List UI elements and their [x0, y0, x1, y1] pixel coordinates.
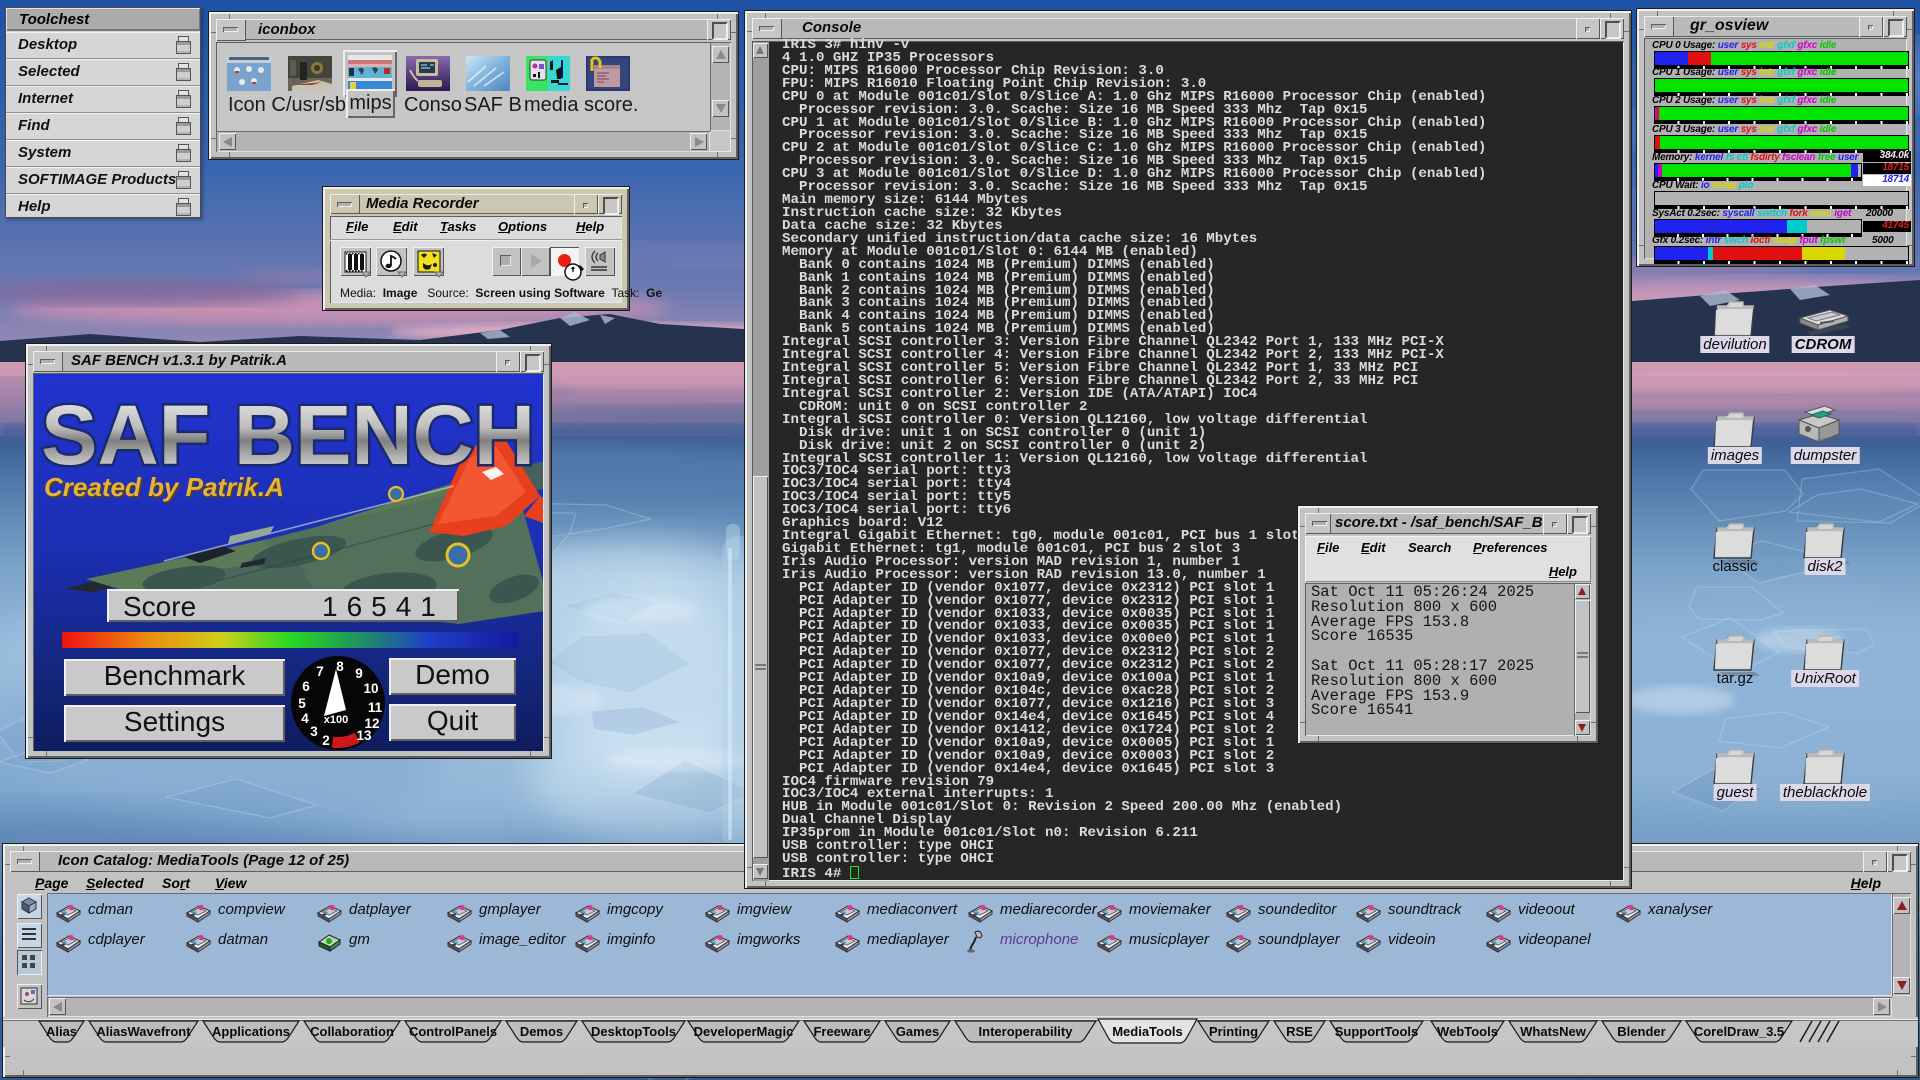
svg-text:9: 9 — [355, 666, 363, 681]
svg-text:Freeware: Freeware — [813, 1024, 870, 1039]
svg-text:Games: Games — [896, 1024, 939, 1039]
svg-text:DeveloperMagic: DeveloperMagic — [694, 1024, 794, 1039]
svg-text:Printing: Printing — [1209, 1024, 1258, 1039]
svg-text:Demos: Demos — [520, 1024, 563, 1039]
svg-text:SAF BENCH: SAF BENCH — [41, 388, 535, 482]
svg-text:6: 6 — [302, 679, 310, 694]
svg-text:WhatsNew: WhatsNew — [1520, 1024, 1587, 1039]
svg-text:Blender: Blender — [1617, 1024, 1665, 1039]
svg-text:Applications: Applications — [212, 1024, 290, 1039]
svg-text:8: 8 — [336, 659, 344, 674]
svg-text:ControlPanels: ControlPanels — [409, 1024, 497, 1039]
svg-text:AliasWavefront: AliasWavefront — [96, 1024, 191, 1039]
svg-text:10: 10 — [363, 681, 378, 696]
svg-text:x100: x100 — [324, 714, 348, 726]
svg-text:13: 13 — [356, 728, 372, 743]
svg-text:RSE: RSE — [1286, 1024, 1313, 1039]
svg-text:11: 11 — [368, 700, 383, 715]
svg-text:3: 3 — [310, 724, 318, 739]
svg-text:CorelDraw_3.5: CorelDraw_3.5 — [1694, 1024, 1784, 1039]
svg-text:Alias: Alias — [46, 1024, 77, 1039]
svg-text:2: 2 — [322, 733, 330, 748]
svg-text:Interoperability: Interoperability — [979, 1024, 1074, 1039]
svg-text:Created by Patrik.A: Created by Patrik.A — [44, 472, 284, 502]
svg-text:SupportTools: SupportTools — [1335, 1024, 1419, 1039]
svg-text:MediaTools: MediaTools — [1112, 1024, 1183, 1039]
svg-text:WebTools: WebTools — [1437, 1024, 1498, 1039]
svg-text:DesktopTools: DesktopTools — [591, 1024, 676, 1039]
svg-text:7: 7 — [316, 664, 324, 679]
svg-text:5: 5 — [298, 696, 306, 711]
svg-text:Collaboration: Collaboration — [310, 1024, 394, 1039]
svg-text:4: 4 — [301, 711, 309, 726]
